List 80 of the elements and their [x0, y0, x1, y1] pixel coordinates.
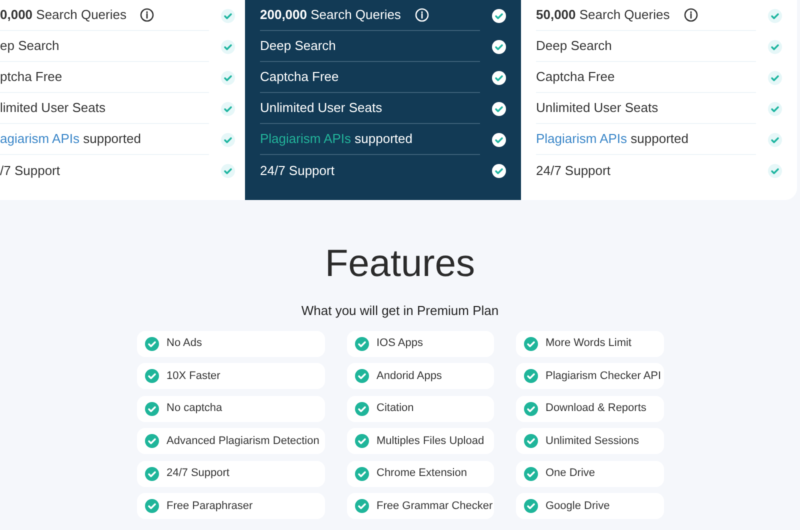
- check-icon: [524, 336, 538, 350]
- feature-item: No Ads: [136, 330, 324, 356]
- check-icon: [524, 402, 538, 416]
- check-icon: [768, 132, 782, 146]
- check-icon: [144, 369, 158, 383]
- check-icon: [524, 434, 538, 448]
- feature-text: ep Search: [0, 37, 60, 56]
- check-icon: [768, 70, 782, 84]
- feature-text: 24/7 Support: [536, 162, 610, 180]
- feature-text: limited User Seats: [0, 99, 106, 118]
- check-icon: [144, 499, 158, 513]
- check-icon: [768, 164, 782, 178]
- check-icon: [354, 369, 368, 383]
- feature-item: 24/7 Support: [136, 460, 324, 486]
- check-icon: [524, 499, 538, 513]
- feature-item: Multiples Files Upload: [346, 428, 494, 454]
- feature-text: Captcha Free: [536, 68, 615, 86]
- plagiarism-apis-link[interactable]: Plagiarism APIs: [260, 131, 352, 146]
- feature-item: Andorid Apps: [346, 363, 494, 389]
- check-icon: [354, 402, 368, 416]
- check-icon: [768, 40, 782, 54]
- info-icon: [140, 8, 154, 22]
- section-subtitle: What you will get in Premium Plan: [301, 302, 499, 320]
- feature-item: One Drive: [516, 460, 664, 486]
- feature-text: agiarism APIs supported: [0, 130, 141, 148]
- check-icon: [221, 70, 235, 84]
- feature-item: Google Drive: [516, 493, 664, 519]
- check-icon: [354, 466, 368, 480]
- check-icon: [354, 336, 368, 350]
- feature-text: /7 Support: [0, 162, 60, 180]
- feature-text: ptcha Free: [0, 68, 62, 86]
- check-icon: [492, 164, 506, 178]
- check-icon: [221, 40, 235, 54]
- feature-item: Download & Reports: [516, 396, 664, 422]
- check-icon: [144, 434, 158, 448]
- check-icon: [492, 132, 506, 146]
- info-icon: [684, 8, 698, 22]
- info-icon: [414, 8, 429, 22]
- feature-text: 200,000 Search Queries: [260, 6, 401, 24]
- check-icon: [144, 402, 158, 416]
- check-icon: [221, 8, 235, 22]
- feature-text: Plagiarism APIs supported: [536, 130, 688, 148]
- feature-text: Unlimited User Seats: [260, 99, 382, 118]
- feature-text: Deep Search: [536, 37, 612, 56]
- feature-text: 50,000 Search Queries: [536, 6, 670, 24]
- check-icon: [768, 8, 782, 22]
- feature-item: Citation: [346, 396, 494, 422]
- check-icon: [492, 40, 506, 54]
- check-icon: [221, 164, 235, 178]
- feature-text: 0,000 Search Queries: [0, 6, 126, 24]
- feature-text: Plagiarism APIs supported: [260, 130, 412, 148]
- check-icon: [524, 466, 538, 480]
- plagiarism-apis-link[interactable]: Plagiarism APIs: [536, 131, 628, 146]
- check-icon: [492, 8, 506, 22]
- feature-item: Plagiarism Checker API: [516, 363, 664, 389]
- feature-item: No captcha: [136, 396, 324, 422]
- check-icon: [492, 102, 506, 116]
- check-icon: [354, 434, 368, 448]
- feature-text: Unlimited User Seats: [536, 99, 658, 118]
- check-icon: [221, 132, 235, 146]
- check-icon: [768, 102, 782, 116]
- check-icon: [221, 102, 235, 116]
- feature-text: Deep Search: [260, 37, 336, 56]
- feature-item: Free Paraphraser: [136, 493, 324, 519]
- check-icon: [524, 369, 538, 383]
- feature-item: 10X Faster: [136, 363, 324, 389]
- feature-text: 24/7 Support: [260, 162, 334, 180]
- feature-item: IOS Apps: [346, 330, 494, 356]
- check-icon: [354, 499, 368, 513]
- feature-item: Free Grammar Checker: [346, 493, 494, 519]
- check-icon: [144, 336, 158, 350]
- check-icon: [492, 70, 506, 84]
- feature-item: Unlimited Sessions: [516, 428, 664, 454]
- feature-item: Advanced Plagiarism Detection: [136, 428, 324, 454]
- check-icon: [144, 466, 158, 480]
- feature-text: Captcha Free: [260, 68, 339, 86]
- feature-item: More Words Limit: [516, 330, 664, 356]
- section-title: Features: [325, 242, 475, 286]
- feature-item: Chrome Extension: [346, 460, 494, 486]
- plagiarism-apis-link[interactable]: agiarism APIs: [0, 131, 80, 146]
